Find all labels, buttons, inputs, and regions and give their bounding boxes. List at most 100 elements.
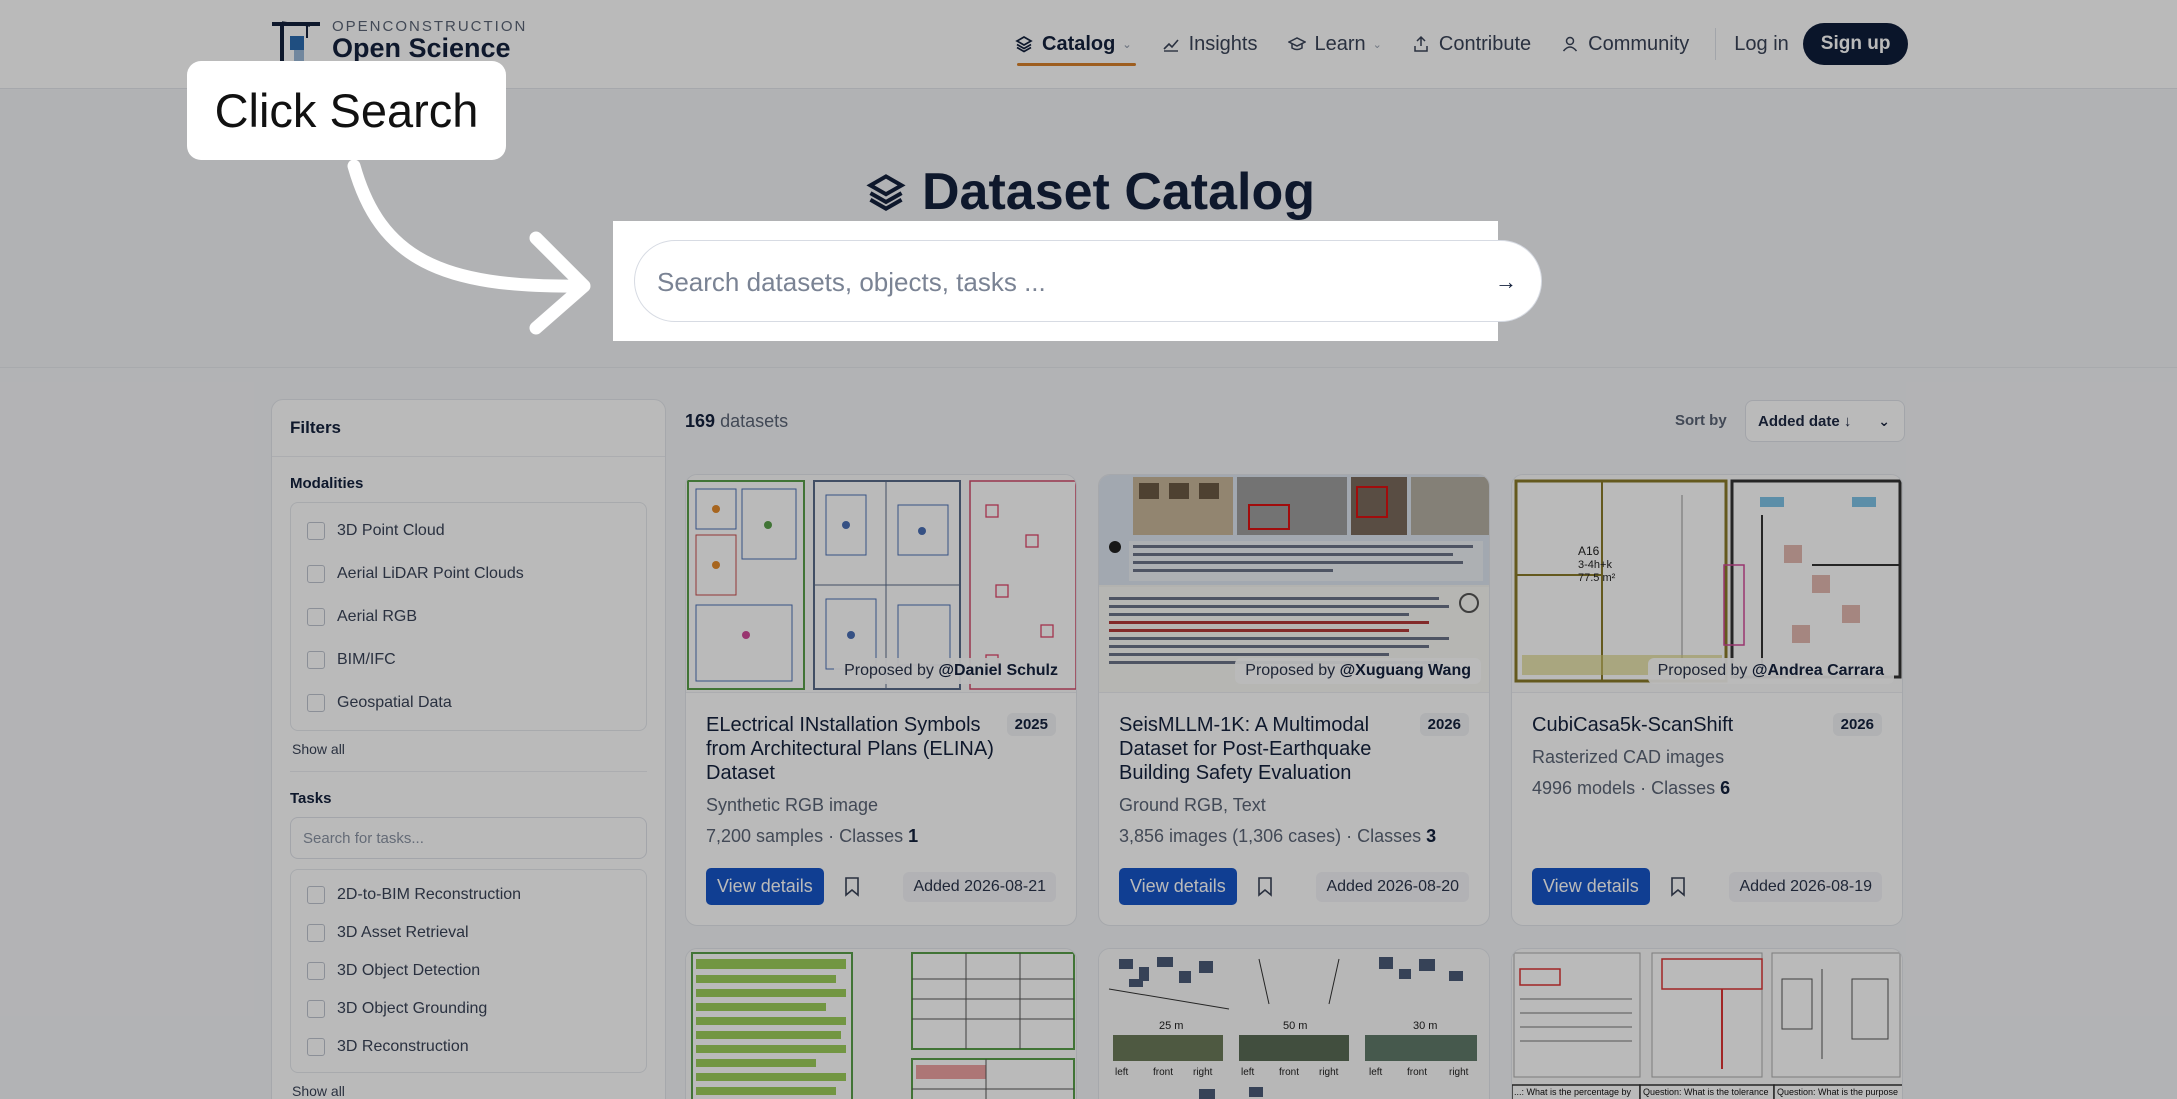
checkbox[interactable] [307, 1000, 325, 1018]
chevron-down-icon: ⌄ [1878, 413, 1890, 429]
task-label: 3D Asset Retrieval [337, 924, 469, 941]
dataset-modality: Ground RGB, Text [1119, 795, 1266, 815]
tasks-title: Tasks [290, 790, 332, 807]
view-label: right [1319, 1067, 1339, 1078]
tasks-search-input[interactable]: Search for tasks... [290, 817, 647, 859]
year-badge: 2025 [1006, 713, 1056, 736]
nav-contribute[interactable]: Contribute [1412, 24, 1531, 64]
view-label: right [1449, 1067, 1469, 1078]
proposer-name[interactable]: @Andrea Carrara [1752, 662, 1884, 679]
nav-catalog[interactable]: Catalog ⌄ [1015, 24, 1136, 66]
view-details-button[interactable]: View details [706, 868, 824, 905]
modality-option[interactable]: Geospatial Data [291, 681, 646, 724]
results-count-number: 169 [685, 411, 716, 431]
view-label: left [1241, 1067, 1255, 1078]
modality-option[interactable]: Aerial LiDAR Point Clouds [291, 552, 646, 595]
modality-option[interactable]: BIM/IFC [291, 638, 646, 681]
search-input[interactable] [657, 257, 1477, 307]
sort-select[interactable]: Added date ↓ ⌄ [1745, 400, 1905, 442]
nav-insights[interactable]: Insights [1162, 24, 1258, 64]
qa-question-text: Question: What is the tolerance on nomin… [1643, 1087, 1769, 1099]
checkbox[interactable] [307, 650, 325, 669]
results-count-label: datasets [720, 411, 789, 431]
nav-community-label: Community [1588, 32, 1690, 55]
nav-catalog-label: Catalog [1042, 32, 1116, 55]
classes-count: 3 [1426, 826, 1437, 846]
modality-option[interactable]: 3D Point Cloud [291, 509, 646, 552]
dataset-card: Proposed by @Daniel Schulz ELectrical IN… [685, 474, 1077, 926]
nav-learn[interactable]: Learn ⌄ [1287, 24, 1382, 64]
curved-arrow-icon [347, 159, 591, 335]
site-logo[interactable]: OPENCONSTRUCTION Open Science [270, 16, 527, 66]
modality-option[interactable]: Aerial RGB [291, 595, 646, 638]
view-label: right [1193, 1067, 1213, 1078]
layers-icon [866, 174, 906, 211]
document-table-thumbnail [691, 952, 1075, 1099]
tutorial-callout: Click Search [187, 61, 506, 160]
bookmark-icon[interactable] [1670, 876, 1686, 897]
proposed-prefix: Proposed by [1245, 662, 1336, 679]
qa-document-thumbnail: ...: What is the percentage by weight fo… [1512, 952, 1902, 1099]
modalities-list: 3D Point Cloud Aerial LiDAR Point Clouds… [290, 502, 647, 731]
task-option[interactable]: 3D Object Grounding [291, 990, 646, 1028]
map-scale-label: 50 m [1283, 1020, 1307, 1032]
view-details-button[interactable]: View details [1532, 868, 1650, 905]
proposed-by-badge: Proposed by @Andrea Carrara [1647, 658, 1894, 684]
dataset-card: ...: What is the percentage by weight fo… [1511, 948, 1903, 1099]
checkbox[interactable] [307, 521, 325, 540]
dataset-title[interactable]: CubiCasa5k-ScanShift [1532, 713, 1822, 737]
bookmark-icon[interactable] [844, 876, 860, 897]
stats-text: 4996 models · Classes [1532, 778, 1716, 798]
results-count: 169 datasets [685, 411, 788, 432]
dataset-title[interactable]: SeisMLLM-1K: A Multimodal Dataset for Po… [1119, 713, 1409, 785]
graduation-cap-icon [1287, 37, 1306, 51]
nav-community[interactable]: Community [1561, 24, 1689, 64]
task-option[interactable]: 3D Asset Retrieval [291, 914, 646, 952]
tasks-show-all[interactable]: Show all [272, 1073, 665, 1099]
checkbox[interactable] [307, 924, 325, 942]
task-label: 2D-to-BIM Reconstruction [337, 886, 522, 903]
checkbox[interactable] [307, 886, 325, 904]
task-label: 3D Reconstruction [337, 1038, 469, 1055]
signup-button[interactable]: Sign up [1802, 23, 1909, 65]
proposer-name[interactable]: @Xuguang Wang [1340, 662, 1471, 679]
dataset-thumbnail: Proposed by @Daniel Schulz [686, 475, 1076, 693]
task-option[interactable]: 3D Reconstruction [291, 1028, 646, 1066]
task-label: 3D Object Grounding [337, 1000, 488, 1017]
stats-text: 7,200 samples · Classes [706, 826, 904, 846]
task-option[interactable]: 2D-to-BIM Reconstruction [291, 876, 646, 914]
dataset-modality: Synthetic RGB image [706, 795, 879, 815]
task-option[interactable]: 3D Object Detection [291, 952, 646, 990]
checkbox[interactable] [307, 607, 325, 626]
dataset-modality: Rasterized CAD images [1532, 747, 1725, 767]
dataset-card [685, 948, 1077, 1099]
dataset-title[interactable]: ELectrical INstallation Symbols from Arc… [706, 713, 996, 785]
modalities-title: Modalities [290, 475, 364, 492]
arrow-right-icon[interactable]: → [1491, 267, 1521, 297]
dataset-thumbnail: 25 m 50 m 30 m left front right left front r… [1099, 949, 1489, 1099]
sort-label: Sort by [1675, 412, 1727, 429]
checkbox[interactable] [307, 564, 325, 583]
crane-logo-icon [270, 16, 328, 66]
added-date: Added 2026-08-21 [903, 871, 1056, 902]
upload-icon [1414, 35, 1428, 52]
dataset-thumbnail: A16 3-4h+k 77.5 m² Proposed by @Andrea C… [1512, 475, 1902, 693]
bookmark-icon[interactable] [1257, 876, 1273, 897]
plan-room-label: A16 [1578, 544, 1600, 558]
checkbox[interactable] [307, 693, 325, 712]
proposer-name[interactable]: @Daniel Schulz [938, 662, 1058, 679]
dataset-card: Proposed by @Xuguang Wang SeisMLLM-1K: A… [1098, 474, 1490, 926]
proposed-by-badge: Proposed by @Daniel Schulz [834, 658, 1068, 684]
modality-label: Aerial LiDAR Point Clouds [337, 564, 524, 582]
view-details-button[interactable]: View details [1119, 868, 1237, 905]
login-link[interactable]: Log in [1734, 33, 1789, 56]
nav-divider [1715, 28, 1717, 60]
dataset-thumbnail: ...: What is the percentage by weight fo… [1512, 949, 1902, 1099]
modalities-show-all[interactable]: Show all [272, 731, 665, 771]
checkbox[interactable] [307, 962, 325, 980]
chevron-down-icon: ⌄ [1122, 38, 1132, 51]
classes-count: 6 [1720, 778, 1731, 798]
search-bar[interactable]: → [634, 240, 1542, 322]
checkbox[interactable] [307, 1038, 325, 1056]
proposed-prefix: Proposed by [1657, 662, 1748, 679]
